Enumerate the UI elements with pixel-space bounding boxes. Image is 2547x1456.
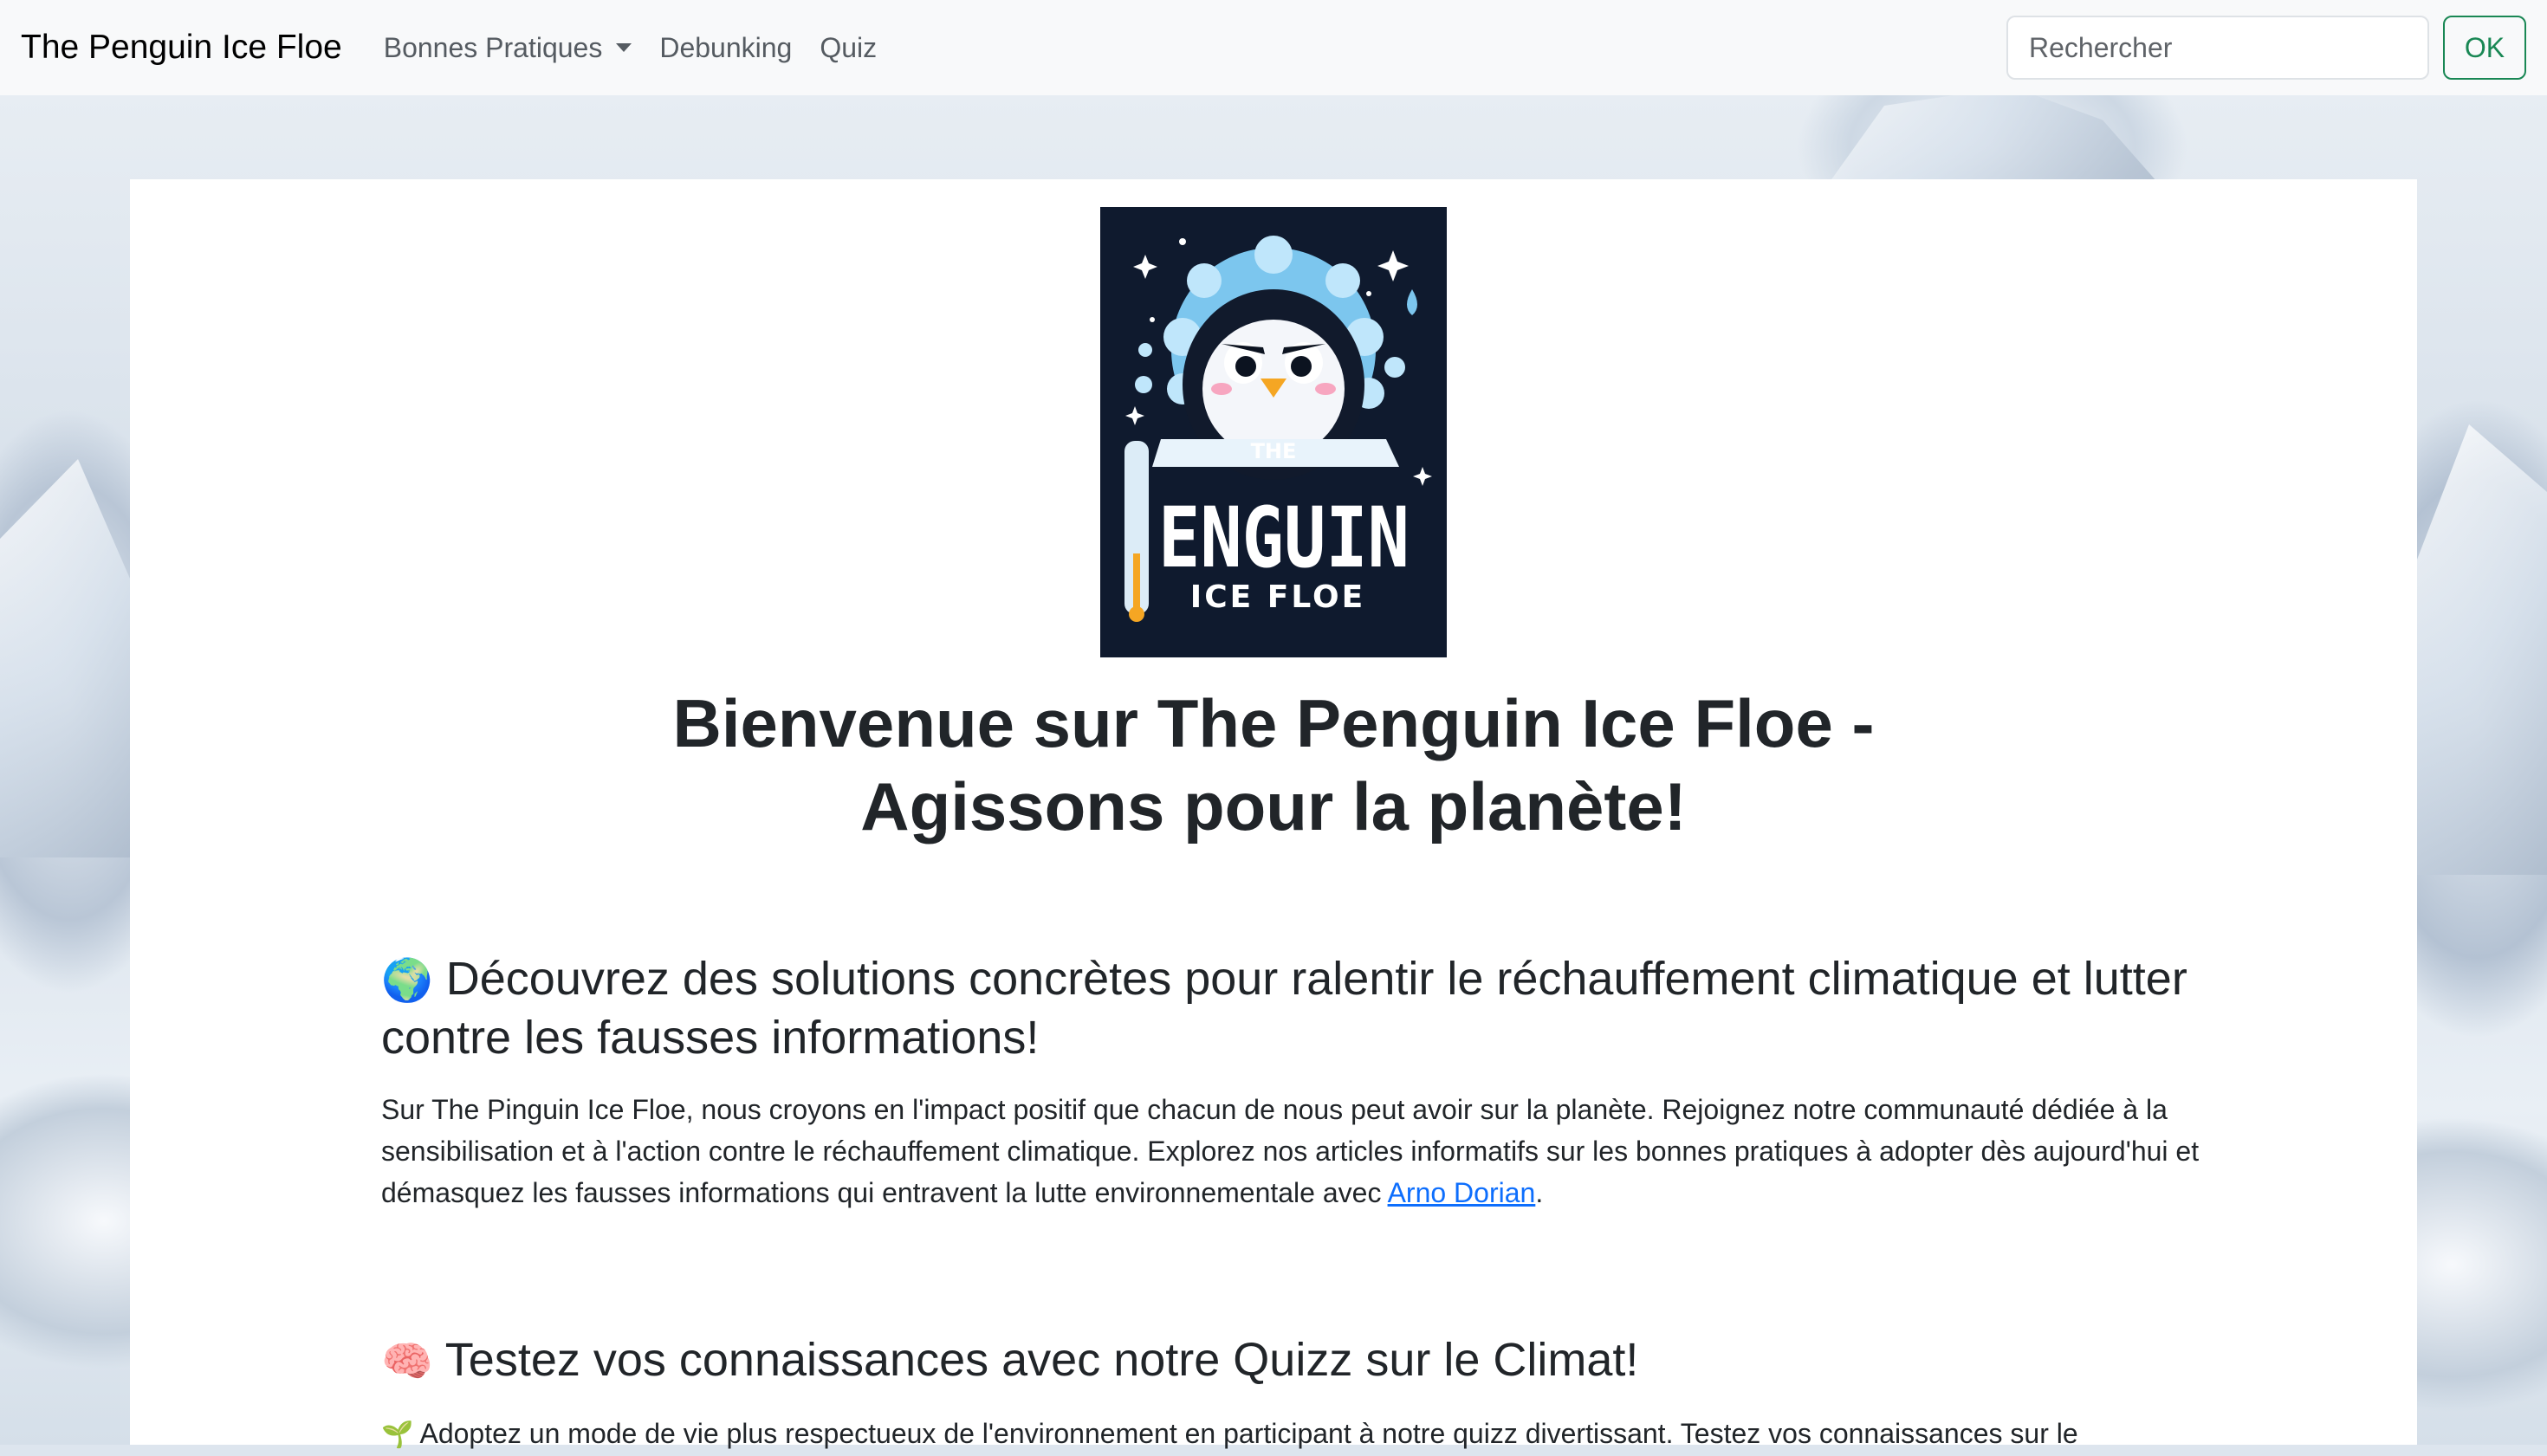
iceberg-decoration xyxy=(1830,87,2157,182)
logo-text-main: ENGUIN xyxy=(1158,489,1410,586)
brain-icon: 🧠 xyxy=(381,1337,433,1386)
section-paragraph: Sur The Pinguin Ice Floe, nous croyons e… xyxy=(381,1089,2304,1213)
page-title: Bienvenue sur The Penguin Ice Floe - Agi… xyxy=(381,682,2166,848)
chevron-down-icon xyxy=(616,43,632,52)
globe-icon: 🌍 xyxy=(381,956,433,1005)
brand-link[interactable]: The Penguin Ice Floe xyxy=(21,29,342,67)
seedling-icon: 🌱 xyxy=(381,1420,414,1450)
iceberg-decoration xyxy=(0,459,130,857)
search-form: OK xyxy=(2006,16,2526,80)
section-heading-text: Découvrez des solutions concrètes pour r… xyxy=(381,953,2187,1064)
penguin-logo-illustration: THE ENGUIN ICE FLOE xyxy=(1124,236,1432,622)
main-content-card: THE ENGUIN ICE FLOE Bienvenue sur The Pe… xyxy=(130,179,2417,1450)
search-submit-button[interactable]: OK xyxy=(2443,16,2526,80)
nav-item-label: Bonnes Pratiques xyxy=(383,31,603,63)
top-navbar: The Penguin Ice Floe Bonnes Pratiques De… xyxy=(0,0,2547,95)
nav-item-quiz[interactable]: Quiz xyxy=(820,32,877,64)
search-input[interactable] xyxy=(2006,16,2429,80)
nav-item-bonnes-pratiques[interactable]: Bonnes Pratiques xyxy=(384,32,632,64)
section-solutions: 🌍 Découvrez des solutions concrètes pour… xyxy=(381,950,2304,1213)
section-heading: 🧠 Testez vos connaissances avec notre Qu… xyxy=(381,1331,2304,1390)
section-heading: 🌍 Découvrez des solutions concrètes pour… xyxy=(381,950,2304,1066)
nav-item-label: Quiz xyxy=(820,31,878,63)
author-link[interactable]: Arno Dorian xyxy=(1388,1177,1536,1208)
nav-item-label: Debunking xyxy=(659,31,793,63)
logo-text-the: THE xyxy=(1251,439,1297,463)
iceberg-decoration xyxy=(2417,424,2547,875)
section-paragraph: 🌱 Adoptez un mode de vie plus respectueu… xyxy=(381,1413,2304,1456)
logo-text-sub: ICE FLOE xyxy=(1190,579,1365,615)
page-title-line-2: Agissons pour la planète! xyxy=(860,768,1687,844)
paragraph-text: Sur The Pinguin Ice Floe, nous croyons e… xyxy=(381,1094,2200,1208)
section-quiz: 🧠 Testez vos connaissances avec notre Qu… xyxy=(381,1331,2304,1456)
paragraph-text-end: . xyxy=(1535,1177,1544,1208)
nav-item-debunking[interactable]: Debunking xyxy=(659,32,792,64)
section-heading-text: Testez vos connaissances avec notre Quiz… xyxy=(444,1334,1639,1386)
penguin-logo: THE ENGUIN ICE FLOE xyxy=(1100,207,1447,657)
page-title-line-1: Bienvenue sur The Penguin Ice Floe - xyxy=(672,685,1875,761)
